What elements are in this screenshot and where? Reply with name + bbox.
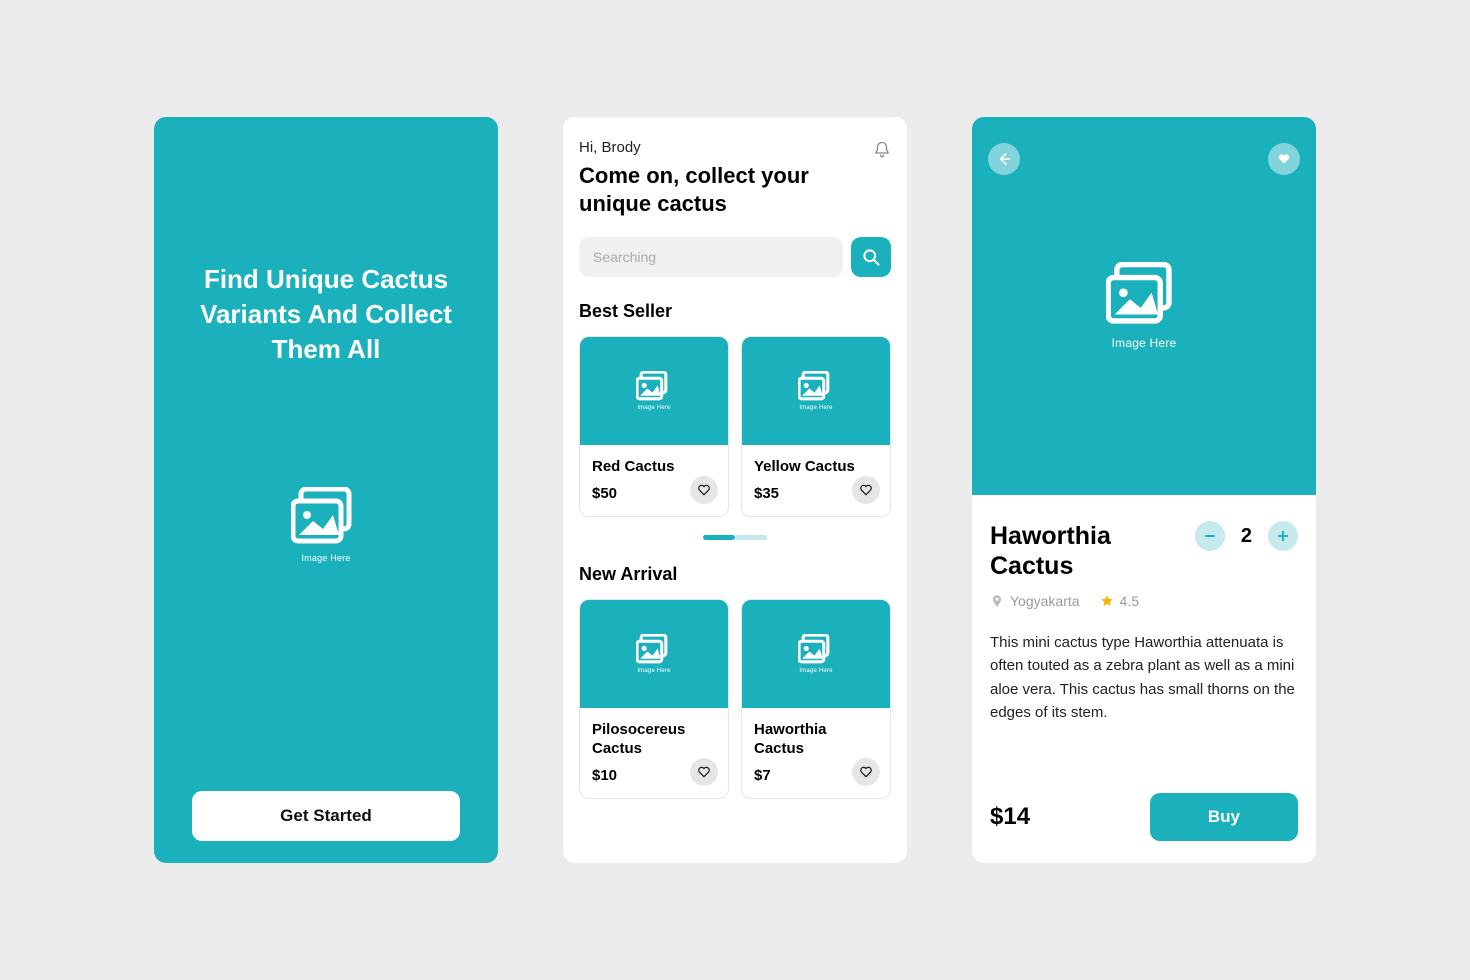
search-input[interactable] — [579, 237, 843, 277]
onboarding-title: Find Unique Cactus Variants And Collect … — [154, 262, 498, 367]
product-image: Image Here — [742, 600, 890, 708]
favorite-button[interactable] — [852, 758, 880, 786]
dot-active[interactable] — [703, 535, 735, 540]
product-name: Red Cactus — [592, 457, 716, 477]
search-row — [579, 237, 891, 277]
heart-icon — [859, 483, 873, 497]
product-image: Image Here — [580, 600, 728, 708]
favorite-button[interactable] — [690, 476, 718, 504]
product-hero: Image Here — [972, 117, 1316, 495]
onboarding-screen: Find Unique Cactus Variants And Collect … — [154, 117, 498, 863]
best-seller-row: Image Here Red Cactus $50 Image Here Yel… — [579, 336, 891, 517]
image-icon — [291, 487, 361, 549]
search-button[interactable] — [851, 237, 891, 277]
carousel-indicator — [579, 535, 891, 540]
favorite-button[interactable] — [852, 476, 880, 504]
home-screen: Hi, Brody Come on, collect your unique c… — [563, 117, 907, 863]
product-name: Haworthia Cactus — [754, 720, 878, 759]
heart-icon — [1277, 152, 1291, 166]
new-arrival-title: New Arrival — [579, 564, 891, 585]
quantity-stepper: 2 — [1195, 521, 1298, 551]
star-icon — [1100, 594, 1114, 608]
favorite-button[interactable] — [1268, 143, 1300, 175]
plus-icon — [1276, 529, 1290, 543]
product-title: Haworthia Cactus — [990, 521, 1160, 581]
location-text: Yogyakarta — [1010, 593, 1080, 609]
dot[interactable] — [735, 535, 767, 540]
heart-icon — [697, 765, 711, 779]
buy-button[interactable]: Buy — [1150, 793, 1298, 841]
product-card[interactable]: Image Here Red Cactus $50 — [579, 336, 729, 517]
product-card[interactable]: Image Here Pilosocereus Cactus $10 — [579, 599, 729, 799]
new-arrival-row: Image Here Pilosocereus Cactus $10 Image… — [579, 599, 891, 799]
product-name: Yellow Cactus — [754, 457, 878, 477]
headline: Come on, collect your unique cactus — [579, 162, 839, 217]
product-name: Pilosocereus Cactus — [592, 720, 716, 759]
product-meta: Yogyakarta 4.5 — [990, 593, 1298, 609]
image-placeholder: Image Here — [1106, 262, 1182, 350]
product-body: Haworthia Cactus 2 Yogyakarta 4.5 Thi — [972, 495, 1316, 863]
product-image: Image Here — [742, 337, 890, 445]
decrement-button[interactable] — [1195, 521, 1225, 551]
image-placeholder: Image Here — [291, 487, 361, 563]
heart-icon — [859, 765, 873, 779]
quantity-value: 2 — [1241, 525, 1252, 548]
search-icon — [861, 247, 881, 267]
product-card[interactable]: Image Here Yellow Cactus $35 — [741, 336, 891, 517]
location: Yogyakarta — [990, 593, 1080, 609]
product-image: Image Here — [580, 337, 728, 445]
greeting: Hi, Brody — [579, 139, 839, 156]
arrow-left-icon — [996, 151, 1012, 167]
product-card[interactable]: Image Here Haworthia Cactus $7 — [741, 599, 891, 799]
rating: 4.5 — [1100, 593, 1139, 609]
home-header: Hi, Brody Come on, collect your unique c… — [579, 139, 891, 217]
rating-value: 4.5 — [1120, 593, 1139, 609]
increment-button[interactable] — [1268, 521, 1298, 551]
product-description: This mini cactus type Haworthia attenuat… — [990, 631, 1298, 724]
get-started-button[interactable]: Get Started — [192, 791, 460, 841]
heart-icon — [697, 483, 711, 497]
minus-icon — [1203, 529, 1217, 543]
back-button[interactable] — [988, 143, 1020, 175]
bell-icon[interactable] — [873, 141, 891, 159]
buy-row: $14 Buy — [990, 793, 1298, 841]
location-icon — [990, 594, 1004, 608]
favorite-button[interactable] — [690, 758, 718, 786]
product-price: $14 — [990, 803, 1030, 831]
detail-screen: Image Here Haworthia Cactus 2 Yogyakarta — [972, 117, 1316, 863]
best-seller-title: Best Seller — [579, 301, 891, 322]
